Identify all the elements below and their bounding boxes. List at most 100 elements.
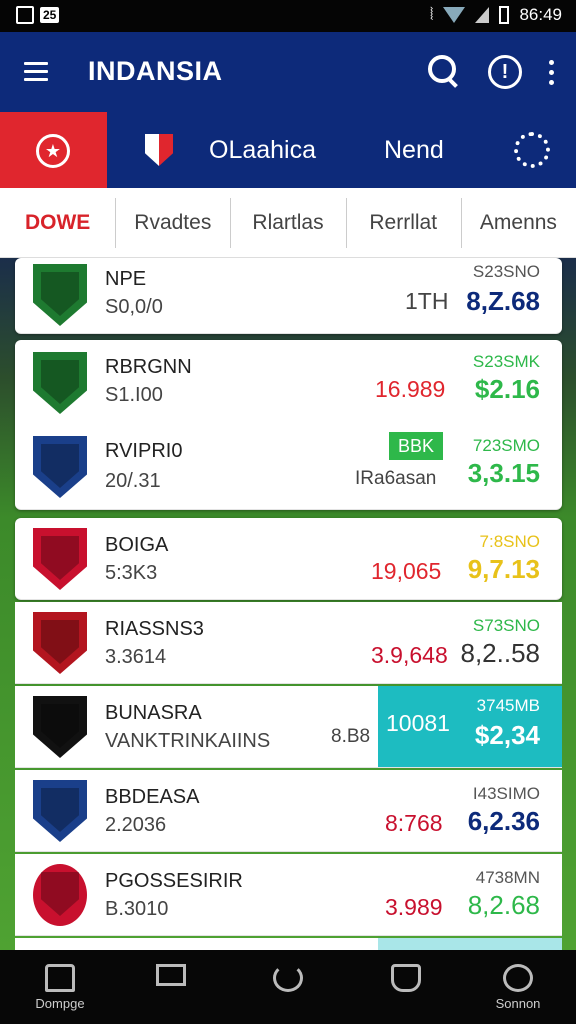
- team-subtext: S0,0/0: [105, 296, 163, 318]
- team-crest-icon: [33, 864, 87, 926]
- match-value: 3.989: [385, 894, 443, 920]
- next-button[interactable]: Nend: [384, 136, 444, 165]
- team-crest-icon: [33, 780, 87, 842]
- tab-rerrllat[interactable]: Rerrllat: [345, 188, 461, 257]
- soccer-ball-icon: [503, 964, 533, 992]
- match-value: 19,065: [371, 558, 442, 584]
- menu-icon[interactable]: [24, 62, 48, 82]
- selected-odds-block[interactable]: 10081 3745MB $2,34: [378, 686, 562, 767]
- match-value: IRa6asan: [355, 468, 437, 489]
- team-crest-icon: [33, 264, 87, 326]
- notification-badge: 25: [40, 7, 60, 23]
- app-bar: INDANSIA !: [0, 32, 576, 112]
- list-item[interactable]: BBDEASA 2.2036 8:768 I43SIMO 6,2.36: [15, 770, 562, 852]
- match-list[interactable]: NPE S0,0/0 1TH S23SNO 8,Z.68 RBRGNN S1.I…: [0, 258, 576, 950]
- list-item[interactable]: PGOSSESIRIR B.3010 3.989 4738MN 8,2.68: [15, 854, 562, 936]
- odds-label: 4738MN: [475, 868, 540, 887]
- odds-label: S23SNO: [472, 262, 540, 281]
- selected-odds-block: [378, 938, 562, 950]
- odds-label: 723SMO: [472, 436, 540, 455]
- match-value: 8.B8: [331, 726, 371, 747]
- search-icon[interactable]: [424, 52, 464, 92]
- team-crest-icon: [33, 612, 87, 674]
- match-value: 3.9,648: [371, 642, 448, 668]
- status-bar: 25 ⦚ 86:49: [0, 0, 576, 32]
- tournament-title[interactable]: OLaahica: [209, 136, 316, 165]
- tab-rvadtes[interactable]: Rvadtes: [115, 188, 230, 257]
- list-group: RBRGNN S1.I00 16.989 S23SMK $2.16 RVIPRI…: [15, 340, 562, 510]
- nav-sonnon[interactable]: Sonnon: [478, 964, 558, 1011]
- favorite-button[interactable]: ★: [0, 112, 107, 188]
- list-item[interactable]: NPE S0,0/0 1TH S23SNO 8,Z.68: [15, 258, 562, 334]
- odds-value: 8,Z.68: [466, 286, 540, 316]
- tab-rlartlas[interactable]: Rlartlas: [230, 188, 345, 257]
- list-item[interactable]: [15, 938, 562, 950]
- team-subtext: S1.I00: [105, 384, 163, 406]
- info-icon[interactable]: !: [488, 55, 522, 89]
- tab-bar: DOWE Rvadtes Rlartlas Rerrllat Amenns: [0, 188, 576, 258]
- league-shield-icon: [145, 134, 173, 166]
- odds-value[interactable]: $2.16: [475, 374, 540, 405]
- status-badge: BBK: [389, 432, 443, 460]
- signal-icon: [475, 7, 490, 23]
- nav-refresh[interactable]: [248, 964, 328, 992]
- list-item[interactable]: RIASSNS3 3.3614 3.9,648 S73SNO 8,2..58: [15, 602, 562, 684]
- tab-amenns[interactable]: Amenns: [460, 188, 576, 257]
- star-icon: ★: [36, 134, 70, 168]
- team-name: BBDEASA: [105, 786, 200, 808]
- team-crest-icon: [33, 528, 87, 590]
- list-item[interactable]: BOIGA 5:3K3 19,065 7:8SNO 9,7.13: [15, 518, 562, 600]
- odds-value[interactable]: 9,7.13: [468, 554, 540, 585]
- team-name: PGOSSESIRIR: [105, 870, 243, 892]
- team-name: RBRGNN: [105, 356, 192, 378]
- list-item-highlighted[interactable]: BUNASRA VANKTRINKAIINS 8.B8 10081 3745MB…: [15, 686, 562, 768]
- selected-value: 10081: [386, 710, 450, 736]
- team-crest-icon: [33, 696, 87, 758]
- team-subtext: VANKTRINKAIINS: [105, 730, 271, 752]
- odds-label: 7:8SNO: [479, 532, 540, 551]
- team-name: BUNASRA: [105, 702, 202, 724]
- odds-value[interactable]: 8,2.68: [468, 890, 540, 921]
- odds-value: $2,34: [474, 720, 540, 750]
- nav-label: Sonnon: [495, 996, 541, 1011]
- vibrate-icon: ⦚: [429, 5, 434, 24]
- more-options-icon[interactable]: [546, 59, 556, 85]
- match-value: 16.989: [375, 376, 446, 402]
- nav-label: Dompge: [35, 996, 85, 1011]
- app-title: INDANSIA: [88, 56, 223, 86]
- wifi-icon: [443, 7, 466, 23]
- team-name: NPE: [105, 268, 147, 290]
- team-name: RIASSNS3: [105, 618, 204, 640]
- odds-value[interactable]: 6,2.36: [468, 806, 540, 837]
- match-value: 1TH: [405, 288, 449, 314]
- tournament-bar: ★ OLaahica Nend: [0, 112, 576, 188]
- odds-value[interactable]: 3,3.15: [468, 458, 540, 489]
- bottom-nav: Dompge Sonnon: [0, 950, 576, 1024]
- team-subtext: 2.2036: [105, 814, 167, 836]
- odds-label: S73SNO: [472, 616, 540, 635]
- team-crest-icon: [33, 352, 87, 414]
- odds-label: I43SIMO: [472, 784, 540, 803]
- refresh-icon: [273, 964, 303, 992]
- shield-icon: [391, 964, 421, 992]
- team-crest-icon: [33, 436, 87, 498]
- team-name: RVIPRI0: [105, 440, 183, 462]
- odds-value[interactable]: 8,2..58: [460, 638, 540, 669]
- tab-dowe[interactable]: DOWE: [0, 188, 115, 257]
- square-icon: [156, 964, 186, 986]
- image-notification-icon: [16, 6, 34, 24]
- team-subtext: 3.3614: [105, 646, 167, 668]
- team-subtext: B.3010: [105, 898, 169, 920]
- match-value: 8:768: [385, 810, 443, 836]
- status-time: 86:49: [519, 5, 562, 24]
- team-subtext: 20/.31: [105, 470, 161, 492]
- odds-label: 3745MB: [476, 696, 540, 715]
- nav-square[interactable]: [131, 964, 211, 986]
- nav-home[interactable]: Dompge: [20, 964, 100, 1011]
- odds-label: S23SMK: [472, 352, 540, 371]
- refresh-icon[interactable]: [514, 132, 550, 168]
- nav-shield[interactable]: [366, 964, 446, 992]
- battery-icon: [499, 6, 510, 24]
- team-subtext: 5:3K3: [105, 562, 158, 584]
- team-name: BOIGA: [105, 534, 169, 556]
